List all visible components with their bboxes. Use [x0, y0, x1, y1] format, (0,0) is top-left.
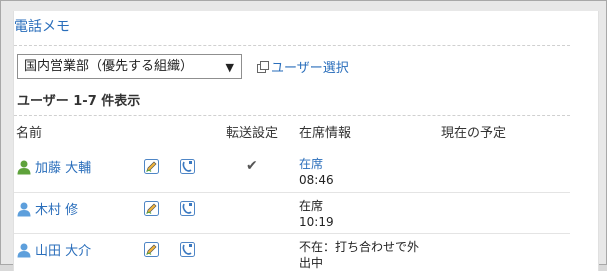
column-header-forward: 転送設定: [226, 126, 279, 141]
divider: [14, 45, 570, 46]
user-icon: [17, 243, 31, 257]
presence-label[interactable]: 在席: [299, 156, 334, 172]
group-select[interactable]: 国内営業部（優先する組織） ▼: [17, 54, 242, 79]
user-icon: [17, 160, 31, 174]
edit-memo-icon[interactable]: [144, 159, 159, 174]
chevron-down-icon: ▼: [225, 61, 234, 74]
presence-label: 不在：打ち合わせで外: [299, 240, 420, 254]
edit-memo-icon[interactable]: [144, 242, 159, 257]
page-title[interactable]: 電話メモ: [14, 16, 70, 36]
presence-time: 08:46: [299, 173, 334, 187]
column-header-schedule: 現在の予定: [441, 126, 507, 141]
user-select-link[interactable]: ユーザー選択: [257, 57, 349, 76]
presence-time: 出中: [299, 256, 324, 270]
group-select-value: 国内営業部（優先する組織）: [24, 59, 194, 74]
table-row-user[interactable]: 山田 大介: [16, 240, 91, 259]
presence-status: 不在：打ち合わせで外 出中: [299, 239, 419, 271]
row-divider: [14, 192, 570, 193]
presence-status[interactable]: 在席 08:46: [299, 156, 334, 188]
user-name: 加藤 大輔: [35, 161, 92, 176]
result-count: ユーザー 1-7 件表示: [17, 94, 141, 109]
column-header-presence: 在席情報: [299, 126, 352, 141]
user-select-label: ユーザー選択: [271, 61, 349, 76]
table-row-user[interactable]: 木村 修: [16, 199, 78, 218]
phone-forward-icon[interactable]: [180, 159, 195, 174]
phone-forward-icon[interactable]: [180, 242, 195, 257]
phone-forward-icon[interactable]: [180, 201, 195, 216]
user-icon: [17, 202, 31, 216]
select-window-icon: [257, 61, 269, 73]
row-divider: [14, 233, 570, 234]
phone-memo-panel: [13, 11, 599, 271]
user-name: 木村 修: [35, 203, 79, 218]
presence-time: 10:19: [299, 215, 334, 229]
forward-check-icon: ✔: [246, 158, 258, 174]
column-header-name: 名前: [16, 126, 43, 141]
table-row-user[interactable]: 加藤 大輔: [16, 157, 91, 176]
user-name: 山田 大介: [35, 244, 92, 259]
divider: [14, 115, 570, 116]
edit-memo-icon[interactable]: [144, 201, 159, 216]
presence-status: 在席 10:19: [299, 198, 334, 230]
presence-label: 在席: [299, 199, 324, 213]
